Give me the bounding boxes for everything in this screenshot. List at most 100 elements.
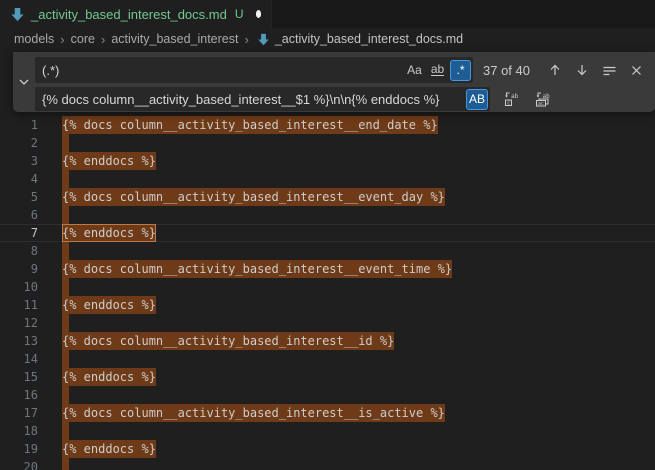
line-content[interactable]: {% docs column__activity_based_interest_…	[62, 116, 655, 134]
code-line[interactable]: 2	[0, 134, 655, 152]
gutter-gap	[38, 332, 62, 350]
code-line[interactable]: 7{% enddocs %}	[0, 224, 655, 242]
code-line[interactable]: 16	[0, 386, 655, 404]
markdown-icon	[257, 33, 270, 46]
whole-word-toggle[interactable]: ab	[427, 60, 448, 81]
replace-actions: ab c ab ac	[500, 88, 553, 110]
replace-button[interactable]: ab c	[500, 88, 522, 110]
code-line[interactable]: 17{% docs column__activity_based_interes…	[0, 404, 655, 422]
code-line[interactable]: 6	[0, 206, 655, 224]
line-content[interactable]: {% enddocs %}	[62, 152, 655, 170]
find-match-highlight	[62, 278, 69, 296]
line-content[interactable]	[62, 386, 655, 404]
gutter-gap	[38, 278, 62, 296]
find-match-highlight	[62, 134, 69, 152]
unsaved-dot-icon[interactable]	[256, 10, 261, 18]
breadcrumb-item-folder[interactable]: activity_based_interest	[111, 32, 238, 46]
code-line[interactable]: 3{% enddocs %}	[0, 152, 655, 170]
code-line[interactable]: 1{% docs column__activity_based_interest…	[0, 116, 655, 134]
code-line[interactable]: 4	[0, 170, 655, 188]
svg-text:ac: ac	[538, 102, 544, 107]
breadcrumb-item-core[interactable]: core	[71, 32, 95, 46]
replace-all-button[interactable]: ab ac	[531, 88, 553, 110]
gutter-gap	[38, 224, 62, 242]
line-content[interactable]: {% enddocs %}	[62, 224, 655, 242]
line-content[interactable]	[62, 206, 655, 224]
gutter-gap	[38, 368, 62, 386]
tab-bar: _activity_based_interest_docs.md U	[0, 0, 655, 28]
replace-input[interactable]: {% docs column__activity_based_interest_…	[35, 87, 490, 111]
gutter-gap	[38, 152, 62, 170]
find-match-highlight: {% docs column__activity_based_interest_…	[62, 404, 445, 422]
find-match-highlight: {% enddocs %}	[62, 296, 156, 314]
find-match-highlight	[62, 170, 69, 188]
line-content[interactable]	[62, 458, 655, 470]
code-line[interactable]: 8	[0, 242, 655, 260]
toggle-replace-button[interactable]	[15, 73, 33, 91]
line-number: 20	[0, 458, 38, 470]
code-line[interactable]: 15{% enddocs %}	[0, 368, 655, 386]
replace-toggles: AB	[466, 89, 488, 110]
find-nav	[544, 59, 647, 81]
code-line[interactable]: 18	[0, 422, 655, 440]
code-line[interactable]: 5{% docs column__activity_based_interest…	[0, 188, 655, 206]
line-number: 4	[0, 170, 38, 188]
selection-lines-icon	[602, 63, 617, 78]
gutter-gap	[38, 170, 62, 188]
code-line[interactable]: 20	[0, 458, 655, 470]
line-content[interactable]: {% docs column__activity_based_interest_…	[62, 332, 655, 350]
line-content[interactable]: {% docs column__activity_based_interest_…	[62, 188, 655, 206]
tab-filename: _activity_based_interest_docs.md	[31, 7, 227, 22]
code-line[interactable]: 19 {% enddocs %}	[0, 440, 655, 458]
line-content[interactable]: {% docs column__activity_based_interest_…	[62, 260, 655, 278]
line-content[interactable]	[62, 422, 655, 440]
regex-toggle[interactable]: .*	[450, 60, 471, 81]
line-content[interactable]	[62, 242, 655, 260]
code-line[interactable]: 10	[0, 278, 655, 296]
code-line[interactable]: 11{% enddocs %}	[0, 296, 655, 314]
editor[interactable]: 1{% docs column__activity_based_interest…	[0, 50, 655, 470]
line-content[interactable]: {% enddocs %}	[62, 296, 655, 314]
close-find-button[interactable]	[625, 59, 647, 81]
line-number: 2	[0, 134, 38, 152]
current-find-match: {% enddocs %}	[62, 224, 156, 242]
replace-input-value: {% docs column__activity_based_interest_…	[42, 92, 466, 107]
find-match-highlight	[62, 314, 69, 332]
preserve-case-toggle[interactable]: AB	[466, 89, 488, 110]
line-number: 16	[0, 386, 38, 404]
line-number: 19	[0, 440, 38, 458]
line-number: 8	[0, 242, 38, 260]
line-number: 13	[0, 332, 38, 350]
line-content[interactable]	[62, 278, 655, 296]
breadcrumb-item-models[interactable]: models	[14, 32, 54, 46]
line-content[interactable]	[62, 314, 655, 332]
code-line[interactable]: 13 {% docs column__activity_based_interes…	[0, 332, 655, 350]
breadcrumb-item-file[interactable]: _activity_based_interest_docs.md	[275, 32, 463, 46]
gutter-gap	[38, 422, 62, 440]
code-line[interactable]: 9{% docs column__activity_based_interest…	[0, 260, 655, 278]
find-match-highlight: {% enddocs %}	[62, 152, 156, 170]
code-line[interactable]: 14	[0, 350, 655, 368]
previous-match-button[interactable]	[544, 59, 566, 81]
find-match-highlight: {% docs column__activity_based_interest_…	[62, 332, 394, 350]
line-content[interactable]	[62, 170, 655, 188]
line-number: 12	[0, 314, 38, 332]
gutter-gap	[38, 386, 62, 404]
match-case-toggle[interactable]: Aa	[404, 60, 425, 81]
arrow-down-icon	[575, 63, 589, 77]
line-content[interactable]: {% enddocs %}	[62, 440, 655, 458]
find-input[interactable]: (.*) Aa ab .*	[35, 57, 473, 83]
line-number: 10	[0, 278, 38, 296]
find-in-selection-button[interactable]	[598, 59, 620, 81]
active-tab[interactable]: _activity_based_interest_docs.md U	[0, 0, 272, 28]
line-content[interactable]	[62, 134, 655, 152]
code-line[interactable]: 12	[0, 314, 655, 332]
line-content[interactable]	[62, 350, 655, 368]
line-content[interactable]: {% docs column__activity_based_interest_…	[62, 404, 655, 422]
gutter-gap	[38, 260, 62, 278]
find-match-highlight: {% docs column__activity_based_interest_…	[62, 260, 452, 278]
replace-all-icon: ab ac	[534, 91, 551, 107]
next-match-button[interactable]	[571, 59, 593, 81]
breadcrumb: models › core › activity_based_interest …	[0, 28, 655, 50]
line-content[interactable]: {% enddocs %}	[62, 368, 655, 386]
